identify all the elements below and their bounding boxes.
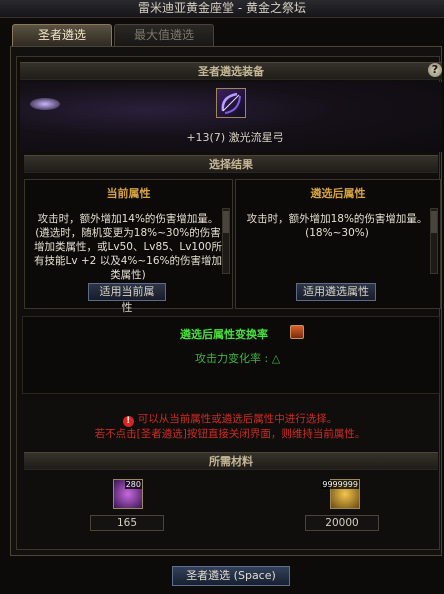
material-stack-count: 280	[124, 480, 142, 489]
after-attribute-scrollbar[interactable]	[430, 208, 438, 274]
current-attribute-title: 当前属性	[106, 187, 151, 200]
rate-title: 遴选后属性变换率	[180, 328, 268, 341]
materials-header: 所需材料	[24, 452, 438, 470]
after-attribute-text: 攻击时，额外增加18%的伤害增加量。(18%~30%)	[246, 213, 428, 239]
tab-max-value-selection[interactable]: 最大值遴选	[114, 24, 214, 46]
material-quantity: 20000	[305, 515, 379, 531]
material-quantity: 165	[90, 515, 164, 531]
attack-change-rate: 攻击力变化率 : △	[195, 352, 281, 365]
current-attribute-text: 攻击时，额外增加14%的伤害增加量。(遴选时，随机变更为18%~30%的伤害增加…	[33, 213, 222, 280]
equipment-slot[interactable]	[216, 88, 246, 118]
gold-coins-icon[interactable]: 9999999	[321, 479, 360, 509]
after-attribute-panel: 遴选后属性 攻击时，额外增加18%的伤害增加量。(18%~30%) 适用遴选属性	[235, 179, 441, 309]
current-attribute-scrollbar[interactable]	[222, 208, 230, 274]
warning-line-1: ! 可以从当前属性或遴选后属性中进行选择。	[40, 412, 420, 427]
window-title: 雷米迪亚黄金座堂 - 黄金之祭坛	[0, 0, 444, 18]
warning-message: ! 可以从当前属性或遴选后属性中进行选择。 若不点击[圣者遴选]按钮直接关闭界面，…	[40, 412, 420, 442]
tab-saint-selection[interactable]: 圣者遴选	[12, 24, 112, 46]
purple-crystal-icon[interactable]: 280	[113, 479, 143, 509]
equipment-header: 圣者遴选装备	[20, 62, 442, 80]
bow-icon	[221, 92, 241, 114]
book-icon[interactable]	[290, 325, 304, 339]
material-stack-count: 9999999	[321, 480, 359, 489]
apply-current-button[interactable]: 适用当前属性	[88, 283, 166, 314]
help-icon[interactable]: ?	[428, 63, 442, 77]
apply-selected-button[interactable]: 适用遴选属性	[296, 283, 376, 301]
warning-icon: !	[122, 416, 134, 427]
sparkle-decoration	[30, 98, 60, 110]
warning-line-2: 若不点击[圣者遴选]按钮直接关闭界面，则维持当前属性。	[94, 428, 366, 440]
current-attribute-panel: 当前属性 攻击时，额外增加14%的伤害增加量。(遴选时，随机变更为18%~30%…	[24, 179, 233, 314]
after-attribute-title: 遴选后属性	[310, 187, 366, 200]
tab-bar: 圣者遴选 最大值遴选	[12, 24, 214, 46]
equipment-name: +13(7) 激光流星弓	[186, 131, 284, 144]
result-header: 选择结果	[24, 155, 438, 173]
saint-selection-button[interactable]: 圣者遴选 (Space)	[172, 566, 290, 586]
